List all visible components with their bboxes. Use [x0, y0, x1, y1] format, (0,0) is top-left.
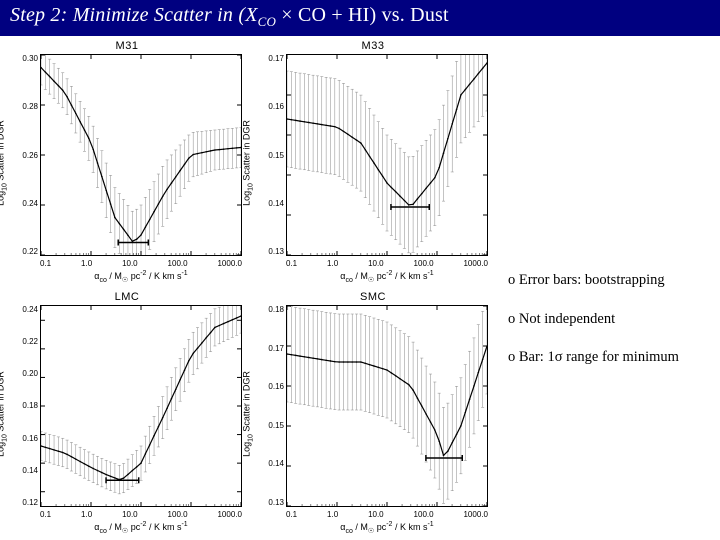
slide-title: Step 2: Minimize Scatter in (XCO × CO + …	[0, 0, 720, 36]
y-tick-labels: 0.240.220.200.180.160.140.12	[10, 305, 38, 507]
x-tick-labels: 0.11.010.0100.01000.0	[40, 259, 242, 268]
chart-title: SMC	[250, 291, 496, 303]
x-axis-label: αco / M☉ pc-2 / K km s-1	[40, 521, 242, 535]
chart-SMC: SMC0.180.170.160.150.140.13Log10 Scatter…	[250, 291, 496, 537]
x-axis-label: αco / M☉ pc-2 / K km s-1	[286, 270, 488, 284]
chart-title: LMC	[4, 291, 250, 303]
plot-area	[286, 54, 488, 256]
plot-area	[40, 305, 242, 507]
plot-area	[40, 54, 242, 256]
x-tick-labels: 0.11.010.0100.01000.0	[286, 259, 488, 268]
note-item: o Not independent	[508, 307, 720, 332]
chart-M33: M330.170.160.150.140.13Log10 Scatter in …	[250, 40, 496, 286]
y-tick-labels: 0.170.160.150.140.13	[256, 54, 284, 256]
y-tick-labels: 0.180.170.160.150.140.13	[256, 305, 284, 507]
plot-area	[286, 305, 488, 507]
x-tick-labels: 0.11.010.0100.01000.0	[40, 510, 242, 519]
y-tick-labels: 0.300.280.260.240.22	[10, 54, 38, 256]
title-mid: × CO + HI) vs. Dust	[276, 4, 449, 26]
x-axis-label: αco / M☉ pc-2 / K km s-1	[286, 521, 488, 535]
title-prefix: Step 2: Minimize Scatter in (X	[10, 4, 258, 26]
note-item: o Error bars: bootstrapping	[508, 268, 720, 293]
notes-panel: o Error bars: bootstrapping o Not indepe…	[504, 36, 720, 540]
slide-body: M310.300.280.260.240.22Log10 Scatter in …	[0, 36, 720, 540]
title-sub-co: CO	[258, 14, 276, 29]
chart-LMC: LMC0.240.220.200.180.160.140.12Log10 Sca…	[4, 291, 250, 537]
x-axis-label: αco / M☉ pc-2 / K km s-1	[40, 270, 242, 284]
chart-title: M31	[4, 40, 250, 52]
x-tick-labels: 0.11.010.0100.01000.0	[286, 510, 488, 519]
chart-M31: M310.300.280.260.240.22Log10 Scatter in …	[4, 40, 250, 286]
chart-title: M33	[250, 40, 496, 52]
charts-grid: M310.300.280.260.240.22Log10 Scatter in …	[0, 36, 504, 540]
note-item: o Bar: 1σ range for minimum	[508, 345, 720, 370]
